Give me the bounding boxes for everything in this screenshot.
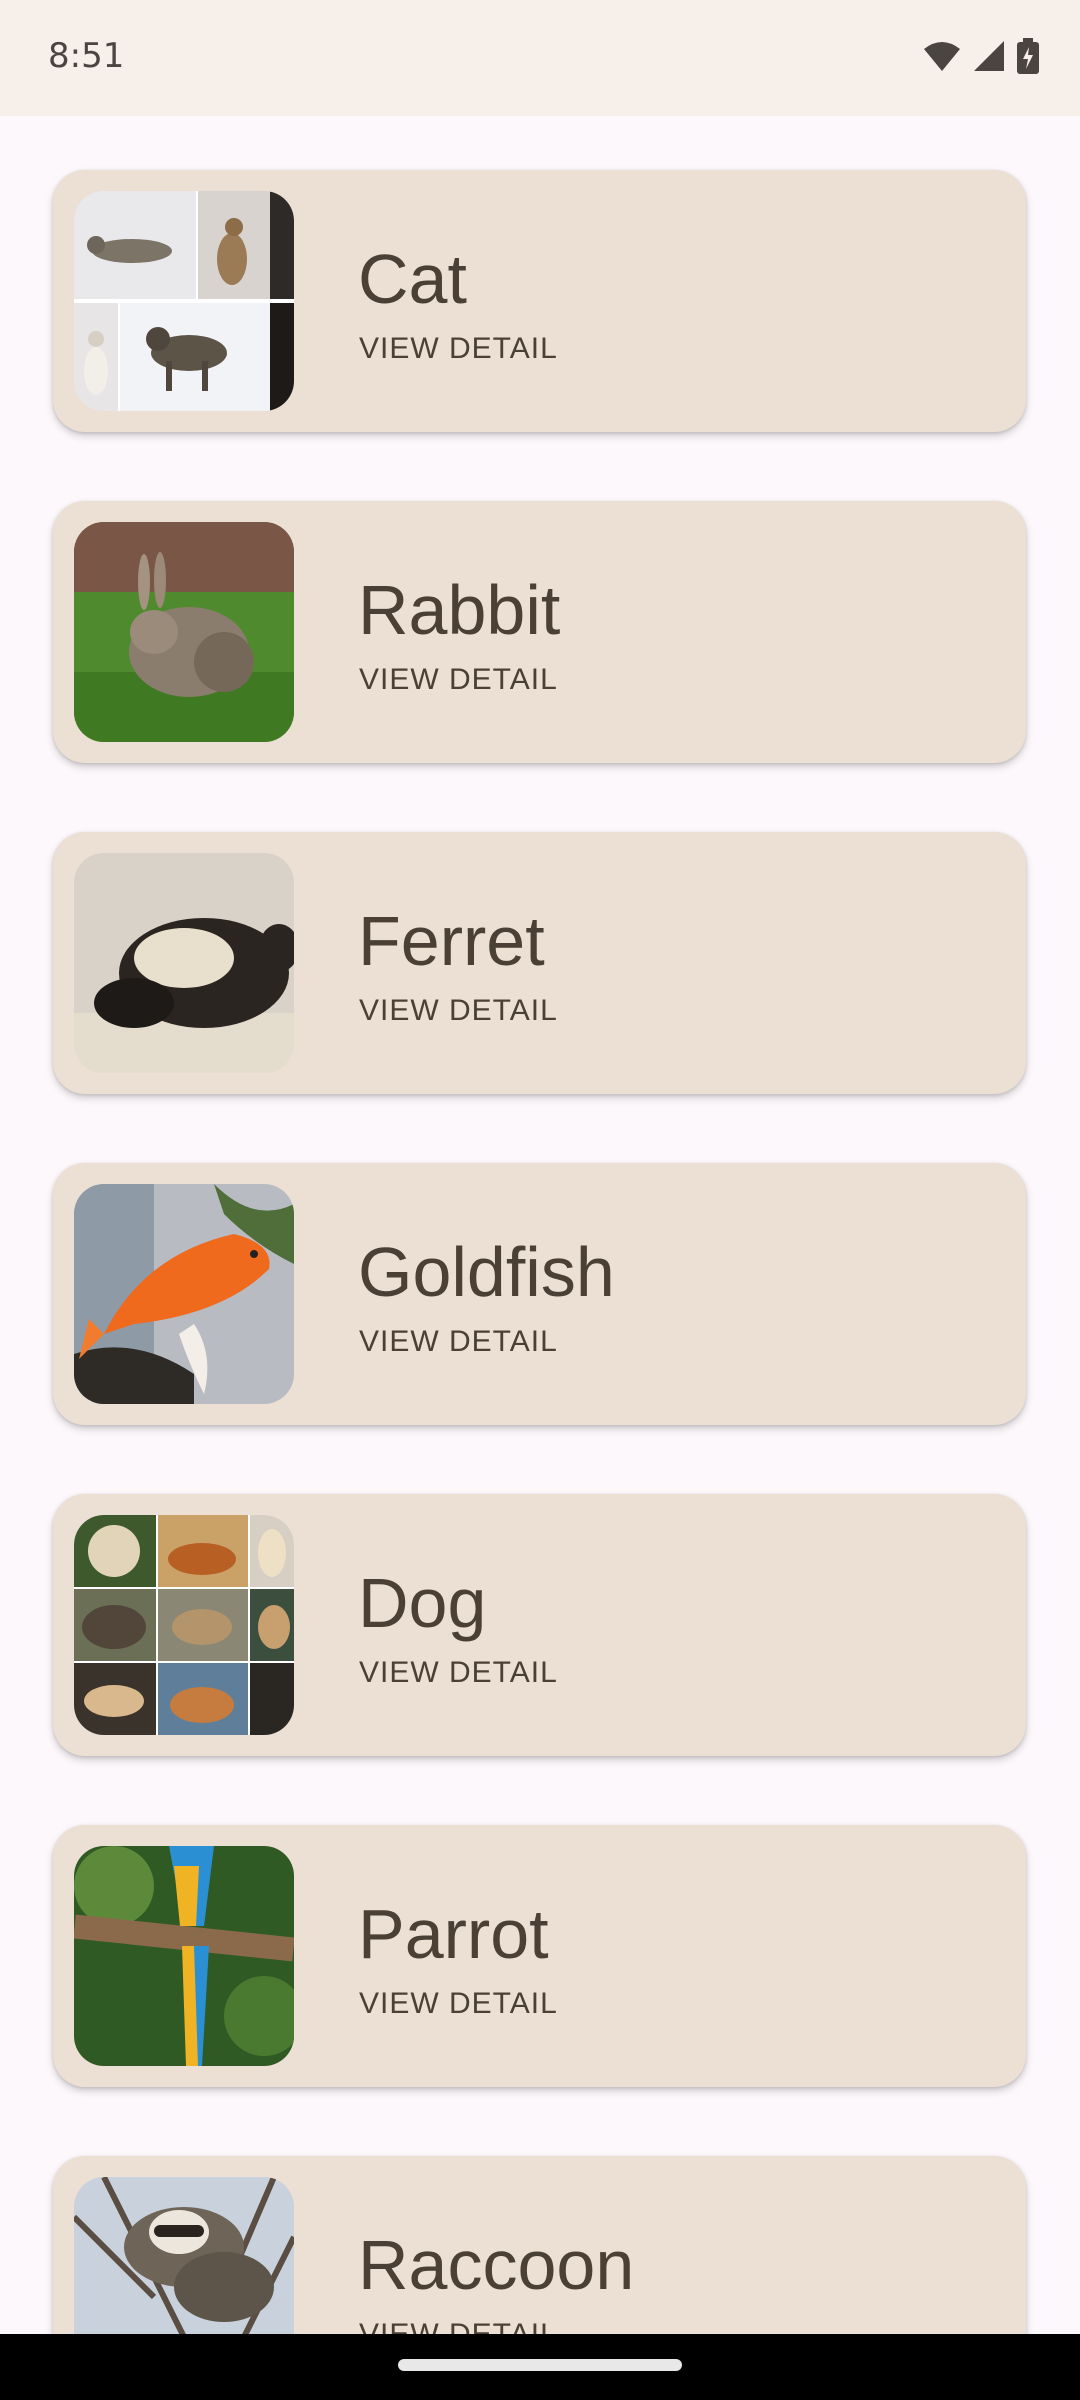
animal-name: Ferret [358,902,545,980]
goldfish-image [74,1184,294,1404]
animal-name: Rabbit [358,571,561,649]
animal-name: Raccoon [358,2226,635,2304]
cat-image [74,191,294,411]
animal-card-parrot[interactable]: Parrot VIEW DETAIL [53,1825,1026,2087]
navigation-bar [0,2334,1080,2400]
animal-name: Parrot [358,1895,549,1973]
home-gesture-handle[interactable] [398,2359,682,2371]
ferret-image [74,853,294,1073]
cellular-signal-icon [972,39,1006,73]
parrot-image [74,1846,294,2066]
view-detail-link[interactable]: VIEW DETAIL [359,1327,558,1357]
animal-card-raccoon[interactable]: Raccoon VIEW DETAIL [53,2156,1026,2334]
animal-name: Dog [358,1564,487,1642]
wifi-icon [922,39,962,73]
animal-card-cat[interactable]: Cat VIEW DETAIL [53,170,1026,432]
view-detail-link[interactable]: VIEW DETAIL [359,665,558,695]
status-icons [922,36,1040,76]
animal-name: Goldfish [358,1233,615,1311]
view-detail-link[interactable]: VIEW DETAIL [359,1989,558,2019]
animal-card-goldfish[interactable]: Goldfish VIEW DETAIL [53,1163,1026,1425]
dog-image [74,1515,294,1735]
view-detail-link[interactable]: VIEW DETAIL [359,2320,558,2335]
battery-charging-icon [1016,38,1040,74]
raccoon-image [74,2177,294,2334]
animal-card-rabbit[interactable]: Rabbit VIEW DETAIL [53,501,1026,763]
animal-name: Cat [358,240,467,318]
animal-card-dog[interactable]: Dog VIEW DETAIL [53,1494,1026,1756]
view-detail-link[interactable]: VIEW DETAIL [359,334,558,364]
status-bar: 8:51 [0,0,1080,116]
rabbit-image [74,522,294,742]
view-detail-link[interactable]: VIEW DETAIL [359,996,558,1026]
status-time: 8:51 [48,36,125,76]
animal-card-ferret[interactable]: Ferret VIEW DETAIL [53,832,1026,1094]
animal-list[interactable]: Cat VIEW DETAIL Rabbit VIEW DETAIL Ferre… [0,116,1080,2334]
view-detail-link[interactable]: VIEW DETAIL [359,1658,558,1688]
